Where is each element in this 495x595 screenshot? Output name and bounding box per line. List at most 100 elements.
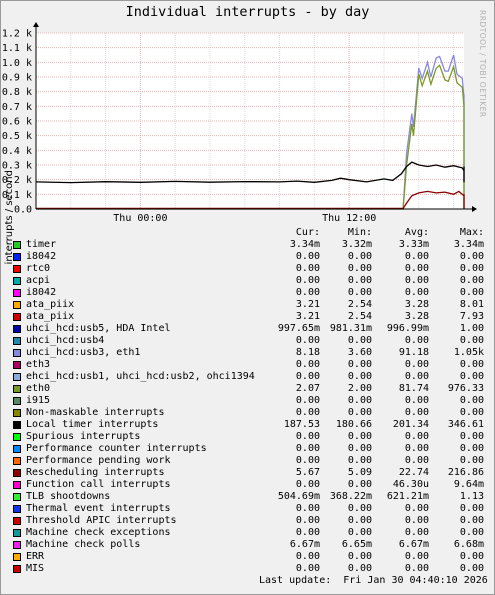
legend-max-value: 0.00 (459, 371, 484, 382)
legend-max-value: 0.00 (459, 251, 484, 262)
legend-swatch (13, 493, 21, 501)
legend-max-value: 0.00 (459, 551, 484, 562)
y-tick-label: 0.0 (14, 205, 32, 216)
legend-swatch (13, 445, 21, 453)
legend-row: rtc0 0.00 0.00 0.00 0.00 (0, 263, 495, 275)
legend-row: ata_piix 3.21 2.54 3.28 7.93 (0, 311, 495, 323)
legend-max-value: 216.86 (447, 467, 484, 478)
legend-swatch (13, 421, 21, 429)
legend-max-value: 346.61 (447, 419, 484, 430)
legend-series-name: i8042 (26, 251, 57, 262)
legend-series-name: ata_piix (26, 311, 75, 322)
x-axis-arrow (472, 206, 477, 212)
legend-max-value: 1.13 (459, 491, 484, 502)
legend-max-value: 0.00 (459, 431, 484, 442)
legend-series-name: Thermal event interrupts (26, 503, 171, 514)
legend-row: TLB shootdowns 504.69m 368.22m 621.21m 1.13 (0, 491, 495, 503)
legend-max-value: 0.00 (459, 443, 484, 454)
legend-max-value: 9.64m (453, 479, 484, 490)
legend-swatch (13, 337, 21, 345)
legend-swatch (13, 553, 21, 561)
legend-max-value: 3.34m (453, 239, 484, 250)
legend-series-name: i8042 (26, 287, 57, 298)
legend-series-name: Threshold APIC interrupts (26, 515, 177, 526)
y-tick-label: 0.8 k (2, 87, 32, 98)
legend-row: timer 3.34m 3.32m 3.33m 3.34m (0, 239, 495, 251)
legend-max-value: 0.00 (459, 263, 484, 274)
y-tick-label: 0.6 k (2, 117, 32, 128)
legend-series-name: Performance counter interrupts (26, 443, 207, 454)
legend-max-value: 976.33 (447, 383, 484, 394)
legend-series-name: ata_piix (26, 299, 75, 310)
legend-series-name: eth3 (26, 359, 51, 370)
legend-row: i915 0.00 0.00 0.00 0.00 (0, 395, 495, 407)
legend-row: eth0 2.07 2.00 81.74 976.33 (0, 383, 495, 395)
legend-swatch (13, 241, 21, 249)
last-update: Last update: Fri Jan 30 04:40:10 2026 (259, 575, 488, 586)
legend-swatch (13, 517, 21, 525)
y-tick-label: 1.0 k (2, 58, 32, 69)
legend-swatch (13, 409, 21, 417)
legend-row: uhci_hcd:usb3, eth1 8.18 3.60 91.18 1.05k (0, 347, 495, 359)
legend-series-name: Function call interrupts (26, 479, 171, 490)
legend-row: eth3 0.00 0.00 0.00 0.00 (0, 359, 495, 371)
legend-max-value: 1.00 (459, 323, 484, 334)
y-tick-label: 0.7 k (2, 102, 32, 113)
legend-swatch (13, 277, 21, 285)
legend-series-name: TLB shootdowns (26, 491, 111, 502)
legend-series-name: Non-maskable interrupts (26, 407, 165, 418)
y-tick-label: 0.2 k (2, 175, 32, 186)
legend-swatch (13, 301, 21, 309)
legend-row: acpi 0.00 0.00 0.00 0.00 (0, 275, 495, 287)
legend-swatch (13, 397, 21, 405)
legend-swatch (13, 361, 21, 369)
x-tick-label: Thu 00:00 (113, 213, 167, 224)
legend-swatch (13, 469, 21, 477)
legend-max-value: 0.00 (459, 527, 484, 538)
y-tick-label: 0.3 k (2, 161, 32, 172)
legend-series-name: uhci_hcd:usb4 (26, 335, 105, 346)
legend-max-value: 0.00 (459, 359, 484, 370)
legend-series-name: Performance pending work (26, 455, 171, 466)
legend-series-name: Local timer interrupts (26, 419, 159, 430)
legend-series-name: i915 (26, 395, 51, 406)
legend-max-value: 0.00 (459, 503, 484, 514)
legend-row: Performance counter interrupts 0.00 0.00 0.… (0, 443, 495, 455)
legend-row: Local timer interrupts 187.53 180.66 201.34… (0, 419, 495, 431)
legend-max-value: 7.93 (459, 311, 484, 322)
legend-row: Thermal event interrupts 0.00 0.00 0.00 0.00 (0, 503, 495, 515)
legend-row: Function call interrupts 0.00 0.00 46.30u 9.… (0, 479, 495, 491)
plot-area: 0.0 0.1 k 0.2 k 0.3 k 0.4 k 0.5 k 0.6 k 0.7 k 0.… (2, 22, 477, 224)
legend-row: Machine check exceptions 0.00 0.00 0.00 0.00 (0, 527, 495, 539)
legend-row: ehci_hcd:usb1, uhci_hcd:usb2, ohci1394 0.… (0, 371, 495, 383)
legend-row: ERR 0.00 0.00 0.00 0.00 (0, 551, 495, 563)
legend-series-name: Rescheduling interrupts (26, 467, 165, 478)
y-axis-arrow (33, 22, 39, 27)
legend-swatch (13, 541, 21, 549)
x-tick-label: Thu 12:00 (322, 213, 376, 224)
y-tick-label: 1.1 k (2, 43, 32, 54)
legend-series-name: uhci_hcd:usb5, HDA Intel (26, 323, 171, 334)
legend-swatch (13, 481, 21, 489)
legend-max-value: 0.00 (459, 407, 484, 418)
legend-row: Spurious interrupts 0.00 0.00 0.00 0.00 (0, 431, 495, 443)
legend-max-value: 0.00 (459, 563, 484, 574)
legend-series-name: ehci_hcd:usb1, uhci_hcd:usb2, ohci1394 (26, 371, 255, 382)
y-tick-label: 0.4 k (2, 146, 32, 157)
legend-swatch (13, 325, 21, 333)
legend-swatch (13, 505, 21, 513)
legend-series-name: ERR (26, 551, 45, 562)
legend-max-value: 0.00 (459, 275, 484, 286)
legend-max-value: 0.00 (459, 515, 484, 526)
legend-series-name: uhci_hcd:usb3, eth1 (26, 347, 141, 358)
legend-series-name: rtc0 (26, 263, 51, 274)
legend-swatch (13, 565, 21, 573)
legend-series-name: Machine check exceptions (26, 527, 171, 538)
legend-series-name: eth0 (26, 383, 51, 394)
legend-row: Rescheduling interrupts 5.67 5.09 22.74 216.… (0, 467, 495, 479)
legend-max-value: 0.00 (459, 335, 484, 346)
legend-swatch (13, 433, 21, 441)
legend-row: i8042 0.00 0.00 0.00 0.00 (0, 251, 495, 263)
legend-swatch (13, 349, 21, 357)
legend-row: uhci_hcd:usb4 0.00 0.00 0.00 0.00 (0, 335, 495, 347)
